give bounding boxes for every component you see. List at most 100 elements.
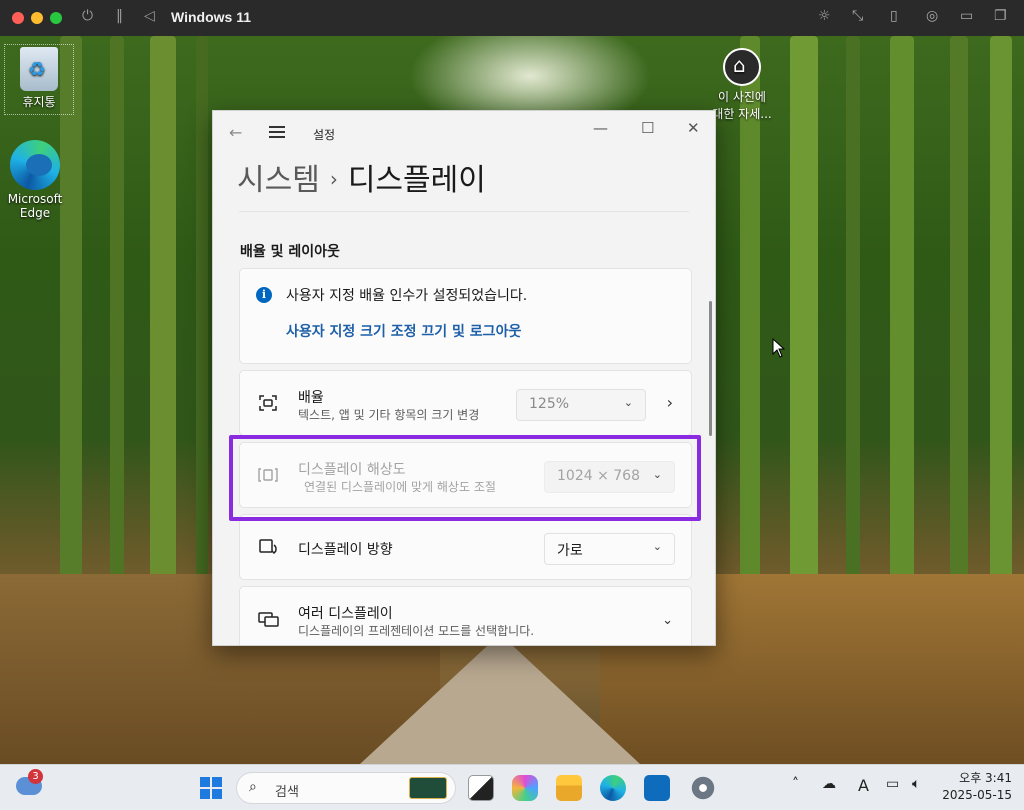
folder-icon[interactable]: ▭	[960, 8, 973, 24]
settings-window-title: 설정	[313, 128, 336, 142]
start-tile	[200, 789, 210, 799]
chevron-down-icon[interactable]: ⌄	[662, 613, 673, 628]
bamboo-stalk	[60, 36, 82, 644]
network-icon[interactable]: ◎	[926, 8, 938, 24]
multiple-displays-icon	[258, 609, 280, 629]
volume-icon[interactable]: 🔈︎	[912, 776, 920, 792]
section-title: 배율 및 레이아웃	[240, 244, 340, 260]
start-tile	[212, 777, 222, 787]
multiple-displays-title: 여러 디스플레이	[298, 606, 393, 622]
maximize-icon[interactable]: ☐	[641, 119, 654, 137]
bamboo-stalk	[740, 36, 760, 644]
photo-info-icon: ⌂	[723, 48, 761, 86]
task-view-icon[interactable]	[468, 775, 494, 801]
bamboo-stalk	[950, 36, 968, 644]
info-icon: i	[256, 287, 272, 303]
minimize-icon[interactable]: —	[593, 119, 608, 137]
search-highlight-icon	[409, 777, 447, 799]
scale-dropdown[interactable]: 125% ⌄	[516, 389, 646, 421]
file-explorer-icon[interactable]	[556, 775, 582, 801]
clock-time: 오후 3:41	[959, 771, 1012, 785]
recycle-bin-icon	[20, 47, 58, 91]
recycle-bin-shortcut[interactable]: 휴지통	[4, 44, 74, 115]
breadcrumb-system[interactable]: 시스템	[237, 163, 320, 198]
custom-scale-info-card: i 사용자 지정 배율 인수가 설정되었습니다. 사용자 지정 크기 조정 끄기…	[239, 268, 692, 364]
settings-taskbar-icon[interactable]	[690, 775, 716, 801]
taskbar-search-box[interactable]: ⌕ 검색	[236, 772, 456, 804]
scale-icon	[258, 393, 280, 413]
settings-window: ← 설정 — ☐ ✕ 시스템 › 디스플레이 배율 및 레이아웃 i 사용자 지정 …	[212, 110, 716, 646]
bamboo-stalk	[150, 36, 176, 644]
breadcrumb: 시스템 › 디스플레이	[237, 155, 486, 199]
start-tile	[200, 777, 210, 787]
chevron-down-icon: ⌄	[623, 396, 633, 409]
edge-icon	[10, 140, 60, 190]
scrollbar[interactable]	[709, 301, 712, 436]
taskbar-clock[interactable]: 오후 3:41 2025-05-15	[942, 770, 1012, 804]
orientation-icon	[258, 537, 280, 557]
scale-row[interactable]: 배율 텍스트, 앱 및 기타 항목의 크기 변경 125% ⌄ ›	[239, 370, 692, 436]
resize-icon[interactable]: ⤡	[852, 8, 863, 24]
back-icon[interactable]: ◁	[144, 8, 155, 24]
turn-off-custom-scale-link[interactable]: 사용자 지정 크기 조정 끄기 및 로그아웃	[286, 321, 521, 341]
start-tile	[212, 789, 222, 799]
close-window-button[interactable]	[12, 12, 24, 24]
chevron-up-icon[interactable]: ˄	[792, 776, 799, 792]
edge-label-line2: Edge	[19, 206, 51, 220]
resolution-highlight-box	[229, 435, 701, 521]
settings-title-bar: ← 설정 — ☐ ✕	[213, 111, 715, 155]
breadcrumb-display: 디스플레이	[347, 163, 486, 198]
weather-badge: 3	[28, 769, 43, 784]
orientation-value: 가로	[557, 543, 583, 559]
orientation-dropdown[interactable]: 가로 ⌄	[544, 533, 675, 565]
chevron-right-icon[interactable]: ›	[667, 393, 673, 412]
pause-icon[interactable]: ‖	[116, 8, 123, 24]
multiple-displays-row[interactable]: 여러 디스플레이 디스플레이의 프레젠테이션 모드를 선택합니다. ⌄	[239, 586, 692, 645]
info-message: 사용자 지정 배율 인수가 설정되었습니다.	[286, 288, 528, 304]
mac-title-bar: ⏻ ‖ ◁ Windows 11 ☼ ⤡ ▯ ◎ ▭ ❐	[0, 0, 1024, 36]
start-button[interactable]	[200, 777, 222, 799]
photo-label-line2: 대한 자세...	[712, 107, 772, 121]
chevron-down-icon: ⌄	[652, 540, 662, 553]
multiple-displays-subtitle: 디스플레이의 프레젠테이션 모드를 선택합니다.	[298, 624, 535, 638]
close-icon[interactable]: ✕	[687, 119, 700, 137]
search-placeholder: 검색	[275, 785, 299, 800]
brightness-icon[interactable]: ☼	[818, 8, 831, 24]
bamboo-stalk	[790, 36, 818, 644]
bamboo-stalk	[110, 36, 124, 644]
cloud-offline-icon[interactable]: ☁	[822, 776, 836, 792]
bamboo-stalk	[196, 36, 208, 644]
scale-value: 125%	[529, 396, 570, 412]
bamboo-stalk	[890, 36, 914, 644]
recycle-bin-label: 휴지통	[22, 95, 56, 109]
breadcrumb-separator: ›	[329, 167, 338, 191]
display-icon[interactable]: ▭	[886, 776, 899, 792]
header-divider	[239, 211, 689, 212]
vm-title: Windows 11	[171, 9, 252, 25]
edge-shortcut[interactable]: Microsoft Edge	[0, 140, 70, 220]
back-arrow-icon[interactable]: ←	[229, 123, 242, 142]
search-icon: ⌕	[249, 779, 257, 795]
power-icon[interactable]: ⏻	[82, 8, 93, 24]
windows-icon[interactable]: ❐	[994, 8, 1007, 24]
edge-label-line1: Microsoft	[7, 192, 63, 206]
scale-subtitle: 텍스트, 앱 및 기타 항목의 크기 변경	[298, 408, 480, 422]
hamburger-menu-icon[interactable]	[269, 126, 285, 138]
photo-info-shortcut[interactable]: ⌂ 이 사진에 대한 자세...	[706, 48, 778, 122]
bamboo-stalk	[846, 36, 860, 644]
copilot-icon[interactable]	[512, 775, 538, 801]
usb-icon[interactable]: ▯	[890, 8, 898, 24]
ime-indicator[interactable]: A	[858, 776, 869, 795]
scale-title: 배율	[298, 390, 324, 406]
bamboo-stalk	[990, 36, 1012, 644]
edge-taskbar-icon[interactable]	[600, 775, 626, 801]
fullscreen-window-button[interactable]	[50, 12, 62, 24]
orientation-row: 디스플레이 방향 가로 ⌄	[239, 514, 692, 580]
photo-label-line1: 이 사진에	[718, 90, 766, 104]
clock-date: 2025-05-15	[942, 788, 1012, 802]
orientation-title: 디스플레이 방향	[298, 542, 393, 558]
stone-path	[360, 634, 640, 764]
outlook-icon[interactable]	[644, 775, 670, 801]
taskbar: 3 ⌕ 검색 ˄ ☁ A ▭ 🔈︎ 오후 3:41 2025-05-15	[0, 764, 1024, 810]
minimize-window-button[interactable]	[31, 12, 43, 24]
